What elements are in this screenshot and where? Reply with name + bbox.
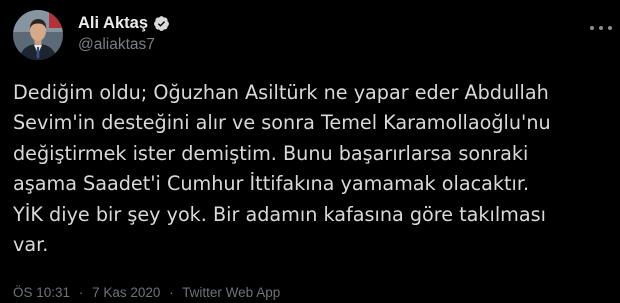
tweet-text-line: aşama Saadet'i Cumhur İttifakına yamamak… xyxy=(13,172,530,196)
tweet-text-line: YİK diye bir şey yok. Bir adamın kafasın… xyxy=(13,202,546,226)
tweet-date-link[interactable]: 7 Kas 2020 xyxy=(92,285,160,300)
display-name[interactable]: Ali Aktaş xyxy=(78,14,148,33)
verified-badge-icon xyxy=(153,15,170,32)
author-block[interactable]: Ali Aktaş @aliaktas7 xyxy=(78,12,170,54)
dot xyxy=(608,26,612,30)
tweet-text-line: var. xyxy=(13,233,49,257)
tweet-text-line: Dediğim oldu; Oğuzhan Asiltürk ne yapar … xyxy=(13,81,549,104)
tweet-text: Dediğim oldu; Oğuzhan Asiltürk ne yapar … xyxy=(13,78,613,260)
user-handle[interactable]: @aliaktas7 xyxy=(78,36,170,54)
dot xyxy=(599,26,603,30)
profile-photo-icon xyxy=(13,10,63,60)
tweet-meta: ÖS 10:31 · 7 Kas 2020 · Twitter Web App xyxy=(13,285,280,300)
dot xyxy=(590,26,594,30)
more-horizontal-icon[interactable] xyxy=(590,22,612,34)
tweet-source-link[interactable]: Twitter Web App xyxy=(182,285,280,300)
avatar[interactable] xyxy=(13,10,63,60)
meta-separator: · xyxy=(169,285,174,300)
tweet-time-link[interactable]: ÖS 10:31 xyxy=(13,285,70,300)
meta-separator: · xyxy=(78,285,84,300)
tweet-card: Ali Aktaş @aliaktas7 Dediğim oldu; Oğuzh… xyxy=(0,0,620,303)
tweet-text-line: Sevim'in desteğini alır ve sonra Temel K… xyxy=(13,111,551,135)
name-row: Ali Aktaş xyxy=(78,12,170,34)
tweet-text-line: değiştirmek ister demiştim. Bunu başarır… xyxy=(13,141,529,165)
